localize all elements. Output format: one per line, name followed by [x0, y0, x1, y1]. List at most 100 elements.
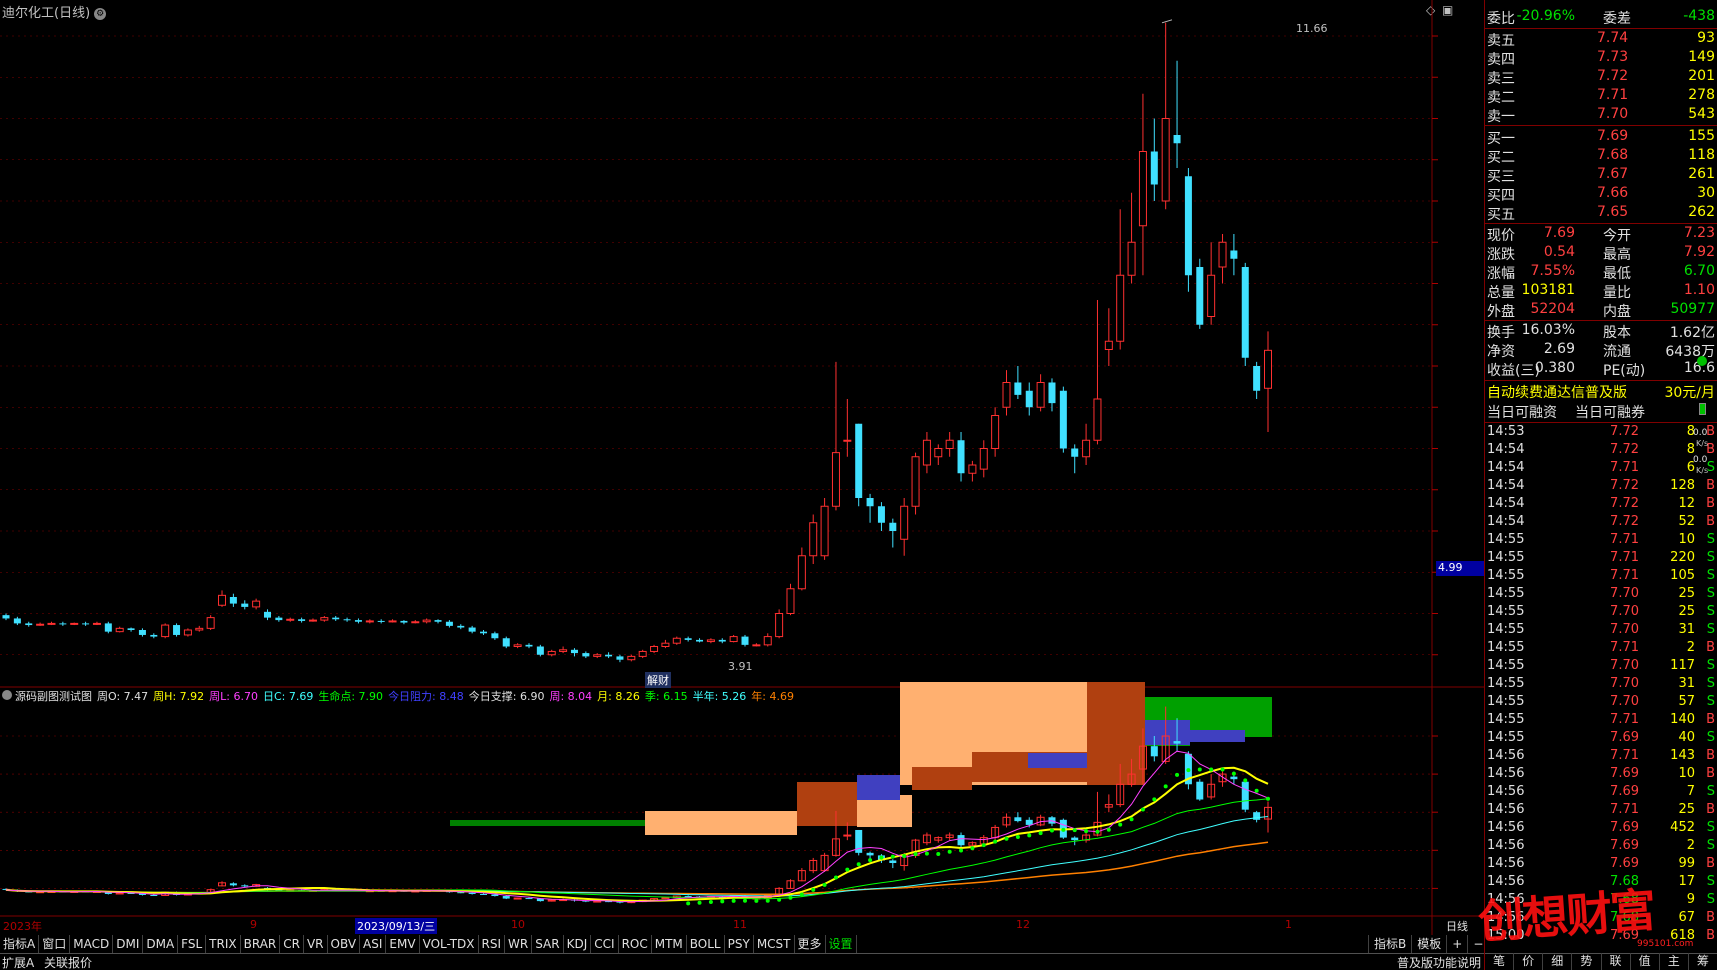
candle[interactable]	[889, 518, 897, 548]
candle[interactable]	[1082, 423, 1091, 465]
tab-11[interactable]: ASI	[360, 935, 387, 953]
candle[interactable]	[718, 638, 726, 644]
bid-row[interactable]: 买一 7.69 155	[1485, 128, 1717, 147]
candle[interactable]	[263, 609, 271, 621]
candle[interactable]	[684, 636, 692, 642]
candle[interactable]	[332, 615, 340, 621]
candle[interactable]	[275, 615, 283, 622]
candle[interactable]	[752, 643, 761, 647]
candle[interactable]	[1161, 22, 1170, 210]
candle[interactable]	[1025, 382, 1033, 416]
candle[interactable]	[229, 593, 237, 607]
candle[interactable]	[206, 615, 215, 630]
candle[interactable]	[1059, 386, 1067, 453]
candle[interactable]	[354, 618, 362, 624]
candle[interactable]	[161, 623, 170, 639]
candle[interactable]	[25, 621, 33, 627]
candle[interactable]	[559, 646, 568, 654]
tab-13[interactable]: VOL-TDX	[420, 935, 479, 953]
candle[interactable]	[422, 618, 431, 624]
tab-7[interactable]: BRAR	[241, 935, 281, 953]
candle[interactable]	[388, 619, 397, 623]
bid-row[interactable]: 买二 7.68 118	[1485, 147, 1717, 166]
tab-15[interactable]: WR	[505, 935, 533, 953]
tab-right-1[interactable]: 模板	[1411, 935, 1446, 953]
candle[interactable]	[945, 432, 954, 457]
candle[interactable]	[1104, 308, 1113, 366]
candle[interactable]	[150, 633, 158, 639]
candle[interactable]	[809, 514, 818, 565]
candle[interactable]	[138, 628, 146, 637]
candle[interactable]	[536, 644, 544, 657]
candle[interactable]	[831, 361, 840, 511]
candle[interactable]	[922, 432, 931, 474]
candle[interactable]	[1196, 258, 1204, 329]
candle[interactable]	[696, 638, 704, 643]
tab-2[interactable]: MACD	[70, 935, 114, 953]
candle[interactable]	[1093, 300, 1102, 445]
candle[interactable]	[1173, 60, 1181, 168]
candle[interactable]	[661, 639, 670, 649]
candle[interactable]	[900, 498, 909, 556]
candle[interactable]	[525, 643, 533, 649]
candle[interactable]	[605, 652, 613, 659]
tab-25[interactable]: 设置	[826, 935, 857, 953]
candle[interactable]	[127, 627, 135, 632]
candle[interactable]	[1264, 331, 1272, 432]
quote-tab[interactable]: 值	[1631, 953, 1660, 970]
candle[interactable]	[877, 502, 885, 531]
tab-12[interactable]: EMV	[386, 935, 420, 953]
tab-right-0[interactable]: 指标B	[1368, 935, 1411, 953]
help-link[interactable]: 普及版功能说明	[1397, 954, 1481, 970]
candle[interactable]	[843, 399, 852, 457]
candle[interactable]	[627, 654, 636, 662]
quote-tab[interactable]: 联	[1602, 953, 1631, 970]
candle[interactable]	[1230, 234, 1238, 276]
candle[interactable]	[183, 628, 192, 637]
candle[interactable]	[173, 623, 181, 637]
candle[interactable]	[1218, 234, 1227, 284]
tab-17[interactable]: KDJ	[564, 935, 592, 953]
candle[interactable]	[593, 653, 602, 659]
tab-6[interactable]: TRIX	[206, 935, 241, 953]
candle[interactable]	[1036, 374, 1045, 412]
tab-3[interactable]: DMI	[113, 935, 144, 953]
candle[interactable]	[1048, 378, 1056, 412]
tab-19[interactable]: ROC	[619, 935, 652, 953]
tab-23[interactable]: MCST	[754, 935, 795, 953]
tab-20[interactable]: MTM	[652, 935, 687, 953]
candle[interactable]	[1207, 242, 1216, 325]
period-label[interactable]: 日线	[1446, 918, 1468, 934]
candle[interactable]	[957, 432, 965, 482]
tab-right-2[interactable]: +	[1446, 935, 1467, 953]
tab-22[interactable]: PSY	[725, 935, 754, 953]
tab-5[interactable]: FSL	[178, 935, 207, 953]
tab-4[interactable]: DMA	[143, 935, 179, 953]
candle[interactable]	[400, 620, 408, 625]
candle[interactable]	[82, 621, 90, 626]
tab-1[interactable]: 窗口	[39, 935, 71, 953]
candle[interactable]	[672, 636, 681, 645]
candle[interactable]	[70, 622, 79, 626]
ask-row[interactable]: 卖四 7.73 149	[1485, 49, 1717, 68]
candle[interactable]	[104, 621, 112, 634]
candle[interactable]	[468, 625, 476, 634]
tab-14[interactable]: RSI	[479, 935, 506, 953]
ask-row[interactable]: 卖五 7.74 93	[1485, 30, 1717, 49]
candle[interactable]	[47, 621, 56, 626]
candle[interactable]	[1138, 93, 1147, 276]
candle[interactable]	[934, 444, 943, 465]
candle[interactable]	[36, 622, 45, 626]
candle[interactable]	[513, 643, 522, 649]
candle[interactable]	[820, 498, 829, 560]
candle[interactable]	[1241, 262, 1249, 366]
candle[interactable]	[1184, 168, 1192, 292]
candle[interactable]	[480, 630, 488, 635]
candle[interactable]	[638, 649, 647, 659]
candle[interactable]	[582, 651, 590, 659]
quote-tab[interactable]: 筹	[1689, 953, 1717, 970]
candle[interactable]	[570, 648, 578, 657]
candle[interactable]	[445, 620, 453, 628]
candle[interactable]	[775, 609, 784, 639]
candle[interactable]	[1071, 444, 1079, 474]
